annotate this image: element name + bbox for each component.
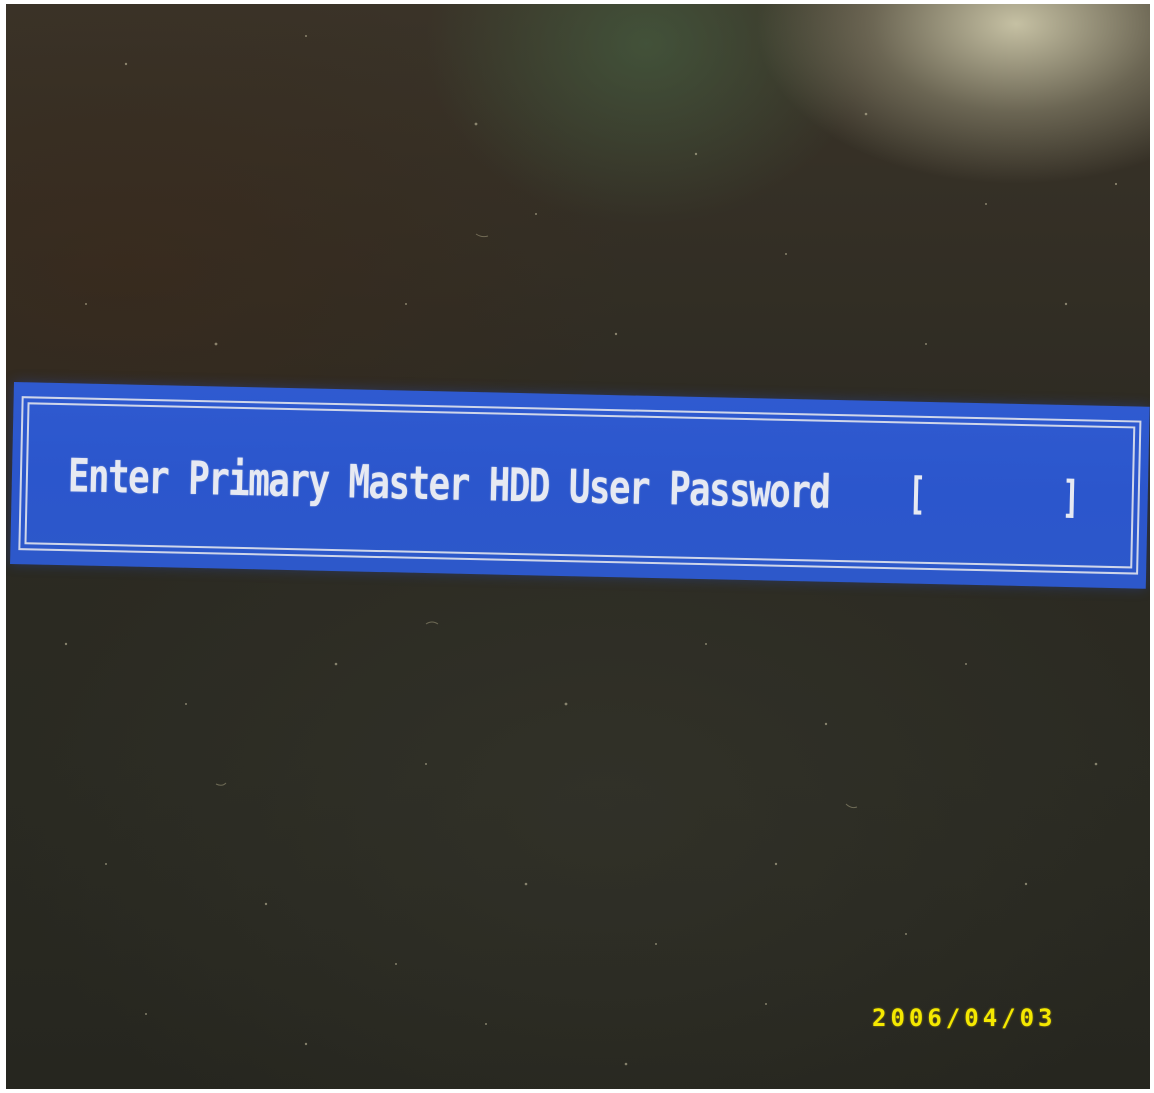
password-prompt-label: Enter Primary Master HDD User Password (67, 448, 830, 519)
password-input-field[interactable]: [ ] (903, 453, 1085, 537)
photo-date-stamp: 2006/04/03 (872, 1004, 1057, 1032)
password-prompt-dialog: Enter Primary Master HDD User Password [… (10, 382, 1150, 589)
photo-frame: Enter Primary Master HDD User Password [… (0, 0, 1154, 1093)
open-bracket: [ (907, 468, 927, 520)
password-value[interactable] (930, 494, 1057, 497)
bios-screen: Enter Primary Master HDD User Password [… (6, 4, 1150, 1089)
close-bracket: ] (1060, 471, 1081, 523)
